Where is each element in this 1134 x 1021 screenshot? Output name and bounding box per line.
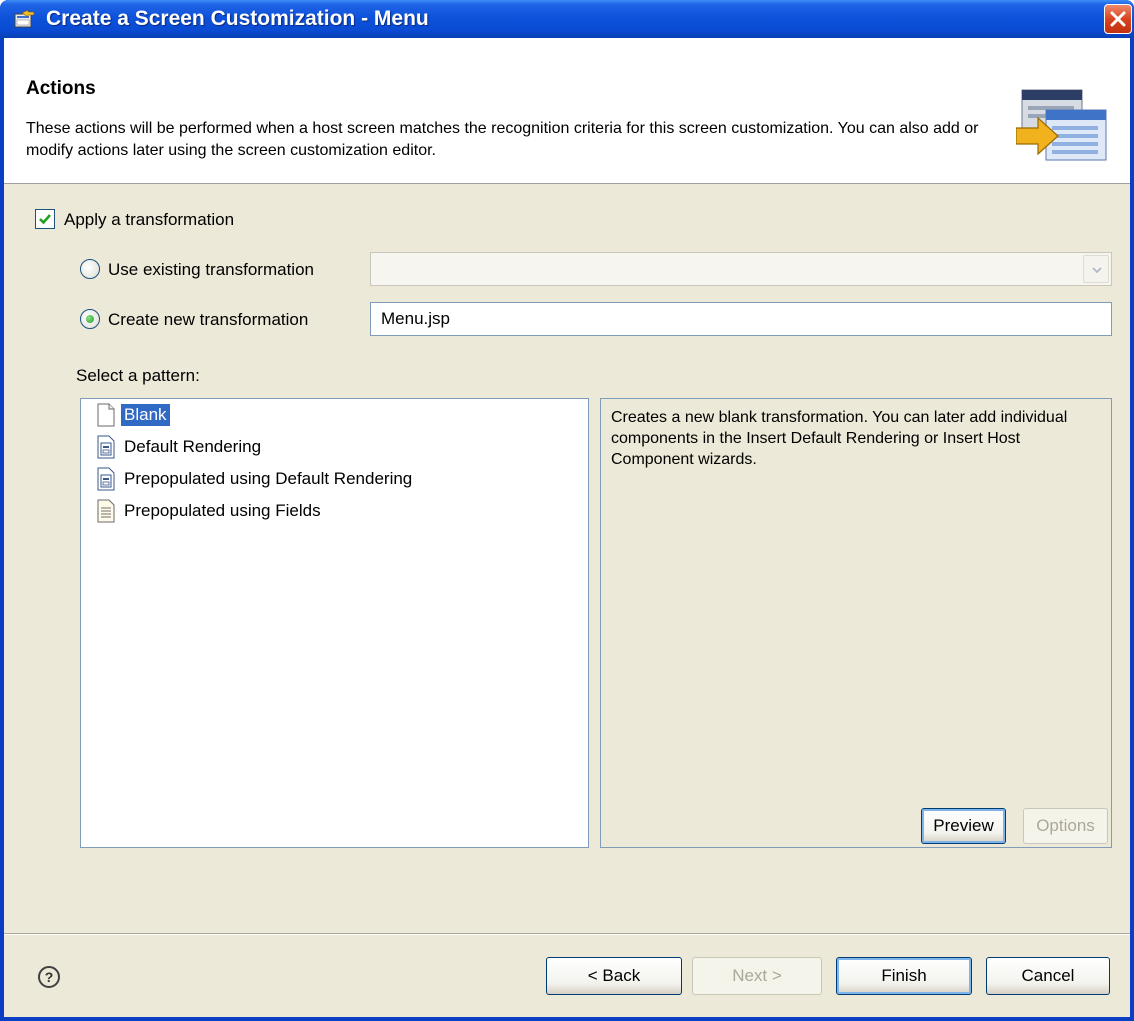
radio-selected-dot xyxy=(86,315,94,323)
page-description: These actions will be performed when a h… xyxy=(26,120,979,159)
list-item-label: Default Rendering xyxy=(124,437,262,456)
rendering-page-icon xyxy=(97,435,115,459)
preview-button-label: Preview xyxy=(933,816,994,835)
close-button[interactable] xyxy=(1104,4,1132,34)
page-title: Actions xyxy=(26,78,96,99)
cancel-button[interactable]: Cancel xyxy=(986,957,1110,995)
use-existing-label[interactable]: Use existing transformation xyxy=(108,260,314,280)
create-new-label[interactable]: Create new transformation xyxy=(108,310,308,330)
blank-page-icon xyxy=(97,403,115,427)
list-item[interactable]: Prepopulated using Default Rendering xyxy=(95,466,415,492)
next-button[interactable]: Next > xyxy=(692,957,822,995)
dialog-client-area: Actions These actions will be performed … xyxy=(4,38,1130,1017)
select-pattern-label: Select a pattern: xyxy=(76,366,200,385)
back-button-label: < Back xyxy=(587,966,641,985)
header-banner: Actions These actions will be performed … xyxy=(4,38,1130,184)
pattern-list[interactable]: Blank Default Rendering Prepopulated usi… xyxy=(80,398,589,848)
cancel-button-label: Cancel xyxy=(1021,966,1075,985)
close-icon xyxy=(1110,11,1126,27)
create-new-radio[interactable] xyxy=(80,309,100,329)
wizard-banner-icon xyxy=(1016,89,1107,161)
use-existing-radio[interactable] xyxy=(80,259,100,279)
list-item[interactable]: Prepopulated using Fields xyxy=(95,498,324,524)
dialog-window: Create a Screen Customization - Menu Act… xyxy=(0,0,1134,1021)
next-button-label: Next > xyxy=(732,966,782,985)
chevron-down-icon xyxy=(1092,267,1102,274)
rendering-page-icon xyxy=(97,467,115,491)
apply-transformation-checkbox[interactable] xyxy=(35,209,55,229)
window-title: Create a Screen Customization - Menu xyxy=(46,7,429,30)
list-item[interactable]: Default Rendering xyxy=(95,434,264,460)
title-bar[interactable]: Create a Screen Customization - Menu xyxy=(0,0,1134,38)
existing-transformation-combo[interactable] xyxy=(370,252,1112,286)
finish-button-label: Finish xyxy=(881,966,927,985)
list-item-label: Prepopulated using Default Rendering xyxy=(124,469,413,488)
pattern-description: Creates a new blank transformation. You … xyxy=(600,398,1112,848)
checkmark-icon xyxy=(39,214,51,225)
new-transformation-name-field[interactable]: Menu.jsp xyxy=(370,302,1112,336)
apply-transformation-label[interactable]: Apply a transformation xyxy=(64,210,234,230)
finish-button[interactable]: Finish xyxy=(836,957,972,995)
options-button-label: Options xyxy=(1036,816,1095,835)
screen-customization-icon xyxy=(14,9,35,28)
help-icon[interactable]: ? xyxy=(38,966,60,988)
combo-dropdown-button[interactable] xyxy=(1083,255,1109,283)
options-button[interactable]: Options xyxy=(1023,808,1108,844)
list-item-label: Prepopulated using Fields xyxy=(124,501,321,520)
back-button[interactable]: < Back xyxy=(546,957,682,995)
preview-button[interactable]: Preview xyxy=(921,808,1006,844)
text-page-icon xyxy=(97,499,115,523)
list-item[interactable]: Blank xyxy=(95,402,170,428)
list-item-label: Blank xyxy=(121,404,170,426)
footer-separator xyxy=(4,933,1130,935)
